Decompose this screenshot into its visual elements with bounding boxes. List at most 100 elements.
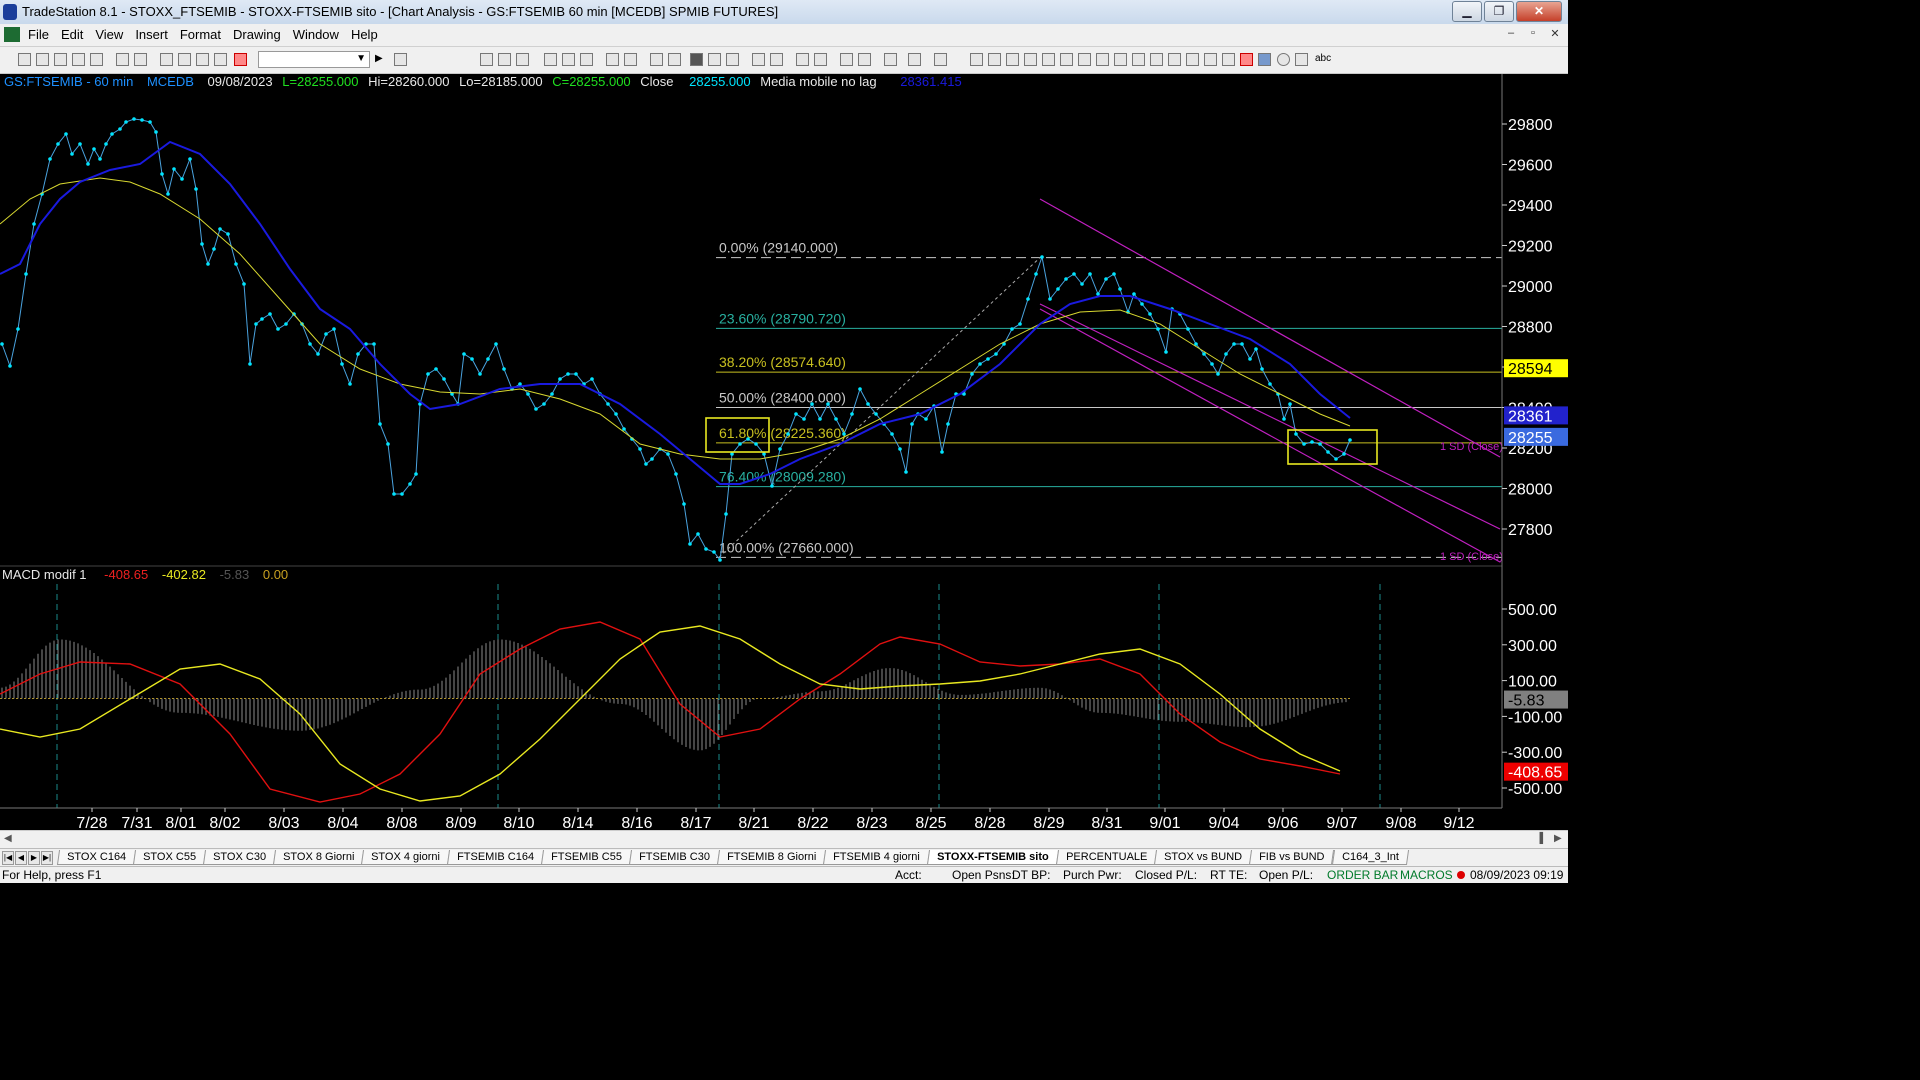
alert-icon[interactable] (934, 53, 947, 66)
mdi-minimize-button[interactable]: – (1502, 27, 1520, 40)
arc-icon[interactable] (1186, 53, 1199, 66)
workspace-tab[interactable]: FTSEMIB C30 (629, 850, 721, 865)
copy-icon[interactable] (72, 53, 85, 66)
menu-file[interactable]: File (22, 24, 55, 45)
order-bar-button[interactable]: ORDER BAR (1327, 868, 1398, 882)
chart-canvas[interactable]: GS:FTSEMIB - 60 min MCEDB 09/08/2023 L=2… (0, 74, 1568, 830)
workspace-tab[interactable]: STOX 8 Giorni (273, 850, 365, 865)
horizontal-scrollbar[interactable]: ◀ ▐ ▶ (0, 830, 1568, 849)
workspace-tab[interactable]: STOX C30 (203, 850, 277, 865)
layout-1-icon[interactable] (480, 53, 493, 66)
mdi-close-button[interactable]: ✕ (1546, 27, 1564, 40)
save-icon[interactable] (90, 53, 103, 66)
workspace-tab[interactable]: FIB vs BUND (1249, 850, 1335, 865)
print-icon[interactable] (116, 53, 129, 66)
open-file-icon[interactable] (36, 53, 49, 66)
maximize-button[interactable]: ❐ (1484, 1, 1514, 22)
vertical-line-icon[interactable] (988, 53, 1001, 66)
arrow-up-icon[interactable] (1258, 53, 1271, 66)
ellipse-icon[interactable] (1277, 53, 1290, 66)
color-palette-icon[interactable] (234, 53, 247, 66)
window-title-bar[interactable]: TradeStation 8.1 - STOXX_FTSEMIB - STOXX… (0, 0, 1568, 25)
tools-icon[interactable] (884, 53, 897, 66)
menu-edit[interactable]: Edit (55, 24, 89, 45)
menu-help[interactable]: Help (345, 24, 384, 45)
mdi-restore-button[interactable]: ▫ (1524, 27, 1542, 40)
trendline-icon[interactable] (970, 53, 983, 66)
symbol-combo[interactable]: ▼ (258, 51, 370, 68)
workspace-tab[interactable]: FTSEMIB 4 giorni (823, 850, 931, 865)
scroll-right-icon[interactable]: ▶ (1554, 833, 1562, 844)
tab-first-icon[interactable]: |◀ (2, 851, 14, 865)
lock-icon[interactable] (196, 53, 209, 66)
workspace-tab[interactable]: STOX C164 (56, 850, 137, 865)
strategy-icon[interactable] (650, 53, 663, 66)
tab-last-icon[interactable]: ▶| (41, 851, 53, 865)
layout-2-icon[interactable] (498, 53, 511, 66)
menu-drawing[interactable]: Drawing (227, 24, 287, 45)
fib-icon[interactable] (1024, 53, 1037, 66)
workspace-tab[interactable]: PERCENTUALE (1055, 850, 1158, 865)
scanner-icon[interactable] (580, 53, 593, 66)
paste-icon[interactable] (178, 53, 191, 66)
pointer-icon[interactable] (840, 53, 853, 66)
menu-insert[interactable]: Insert (129, 24, 174, 45)
workspace-tab[interactable]: FTSEMIB C55 (541, 850, 633, 865)
close-button[interactable]: ✕ (1516, 1, 1562, 22)
menu-view[interactable]: View (89, 24, 129, 45)
speed-lines-icon[interactable] (1042, 53, 1055, 66)
cut-icon[interactable] (160, 53, 173, 66)
freehand-icon[interactable] (1204, 53, 1217, 66)
std-dev-channel-icon[interactable] (1096, 53, 1109, 66)
horizontal-line-icon[interactable] (1006, 53, 1019, 66)
zoom-in-icon[interactable] (796, 53, 809, 66)
format-icon[interactable] (908, 53, 921, 66)
candle-chart-icon[interactable] (708, 53, 721, 66)
scale-icon[interactable] (770, 53, 783, 66)
rectangle-icon[interactable] (1295, 53, 1308, 66)
radar-icon[interactable] (562, 53, 575, 66)
chart-area[interactable]: GS:FTSEMIB - 60 min MCEDB 09/08/2023 L=2… (0, 74, 1568, 830)
line-chart-icon[interactable] (726, 53, 739, 66)
minimize-button[interactable]: ▁ (1452, 1, 1482, 22)
macros-button[interactable]: MACROS (1400, 868, 1453, 882)
pan-icon[interactable] (752, 53, 765, 66)
andrews-pitchfork-icon[interactable] (1150, 53, 1163, 66)
curve-icon[interactable] (1222, 53, 1235, 66)
play-icon[interactable]: ▶ (375, 53, 383, 64)
workspace-tab[interactable]: FTSEMIB 8 Giorni (717, 850, 827, 865)
tab-prev-icon[interactable]: ◀ (15, 851, 27, 865)
arrow-down-icon[interactable] (1240, 53, 1253, 66)
menu-format[interactable]: Format (174, 24, 227, 45)
scroll-left-icon[interactable]: ◀ (4, 833, 12, 844)
arrow-lr-icon[interactable] (1132, 53, 1145, 66)
menu-window[interactable]: Window (287, 24, 345, 45)
find-icon[interactable] (394, 53, 407, 66)
new-file-icon[interactable] (18, 53, 31, 66)
matrix-icon[interactable] (624, 53, 637, 66)
chart-icon[interactable] (544, 53, 557, 66)
pen-icon[interactable] (214, 53, 227, 66)
parallel-lines-icon[interactable] (1168, 53, 1181, 66)
tab-next-icon[interactable]: ▶ (28, 851, 40, 865)
scroll-thumb-icon[interactable]: ▐ (1536, 833, 1543, 844)
workspace-tab[interactable]: FTSEMIB C164 (447, 850, 545, 865)
optimizer-icon[interactable] (668, 53, 681, 66)
workspace-tab[interactable]: STOX vs BUND (1154, 850, 1253, 865)
workspace-tab[interactable]: STOX 4 giorni (361, 850, 451, 865)
news-icon[interactable] (606, 53, 619, 66)
chart-document-icon[interactable] (4, 27, 20, 42)
workspace-tab[interactable]: STOXX-FTSEMIB sito (927, 850, 1059, 865)
text-tool-icon[interactable]: abc (1315, 53, 1331, 64)
gann-fan-icon[interactable] (1060, 53, 1073, 66)
layout-3-icon[interactable] (516, 53, 529, 66)
workspace-tab[interactable]: STOX C55 (133, 850, 207, 865)
bar-chart-icon[interactable] (690, 53, 703, 66)
zoom-out-icon[interactable] (814, 53, 827, 66)
regression-icon[interactable] (1078, 53, 1091, 66)
channel-icon[interactable] (1114, 53, 1127, 66)
print-preview-icon[interactable] (134, 53, 147, 66)
new-window-icon[interactable] (54, 53, 67, 66)
insert-indicator-icon[interactable] (858, 53, 871, 66)
workspace-tab[interactable]: C164_3_Int (1331, 850, 1409, 865)
